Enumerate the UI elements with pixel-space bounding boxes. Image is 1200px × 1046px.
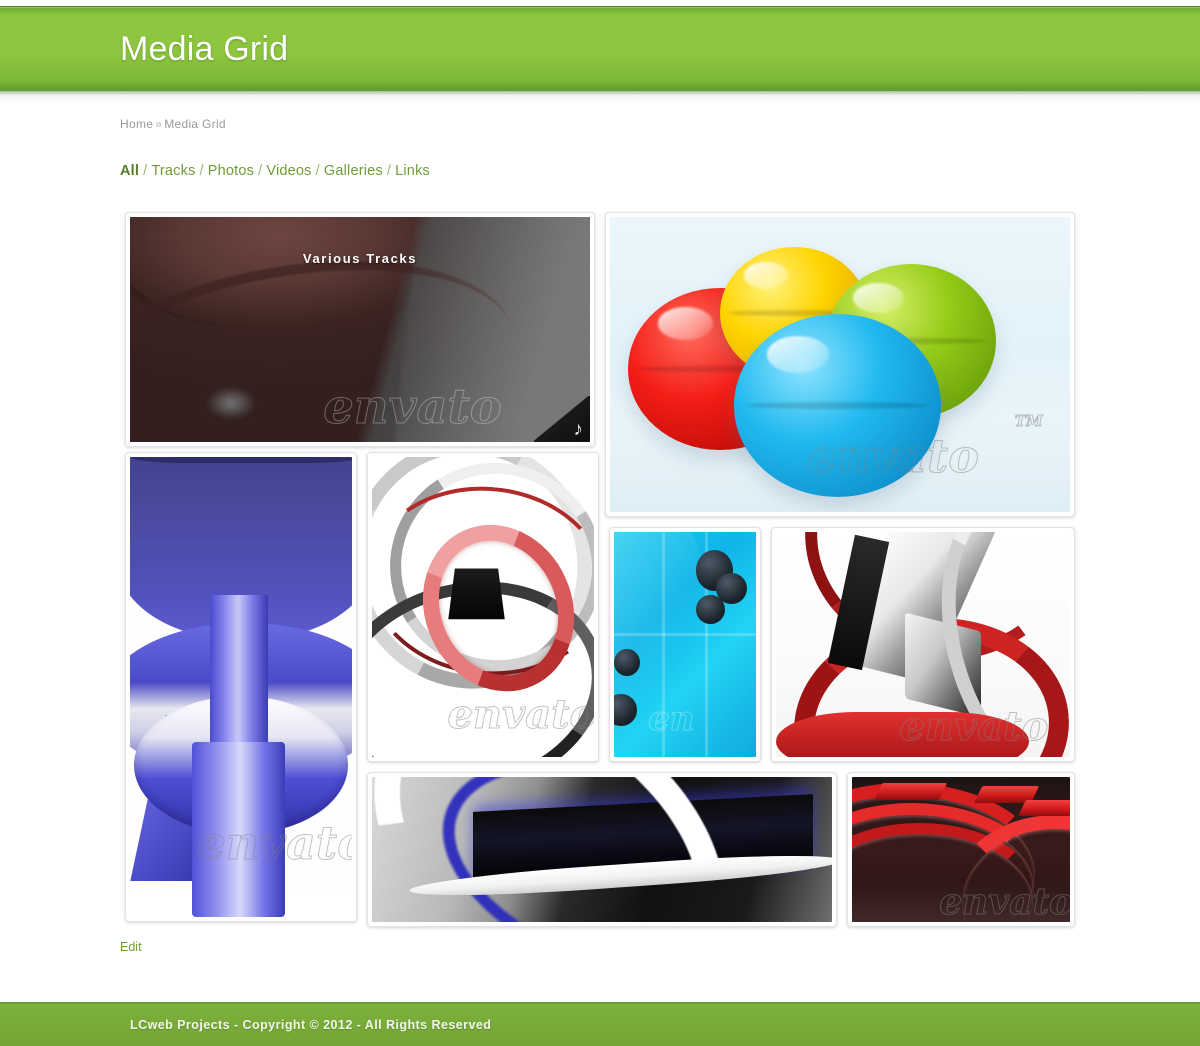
site-footer: LCweb Projects - Copyright © 2012 - All … xyxy=(0,1002,1200,1046)
filter-all[interactable]: All xyxy=(120,163,139,179)
page-title: Media Grid xyxy=(120,30,289,68)
tile-black-blue-rings[interactable] xyxy=(367,772,837,927)
filter-separator: / xyxy=(315,163,320,179)
tile-artwork-blue-cylinder xyxy=(130,457,352,917)
filter-separator: / xyxy=(258,163,263,179)
music-note-glyph: ♪ xyxy=(573,419,584,440)
tile-artwork-cyan xyxy=(614,532,756,757)
filter-tracks[interactable]: Tracks xyxy=(151,163,195,179)
tile-grey-red-rings[interactable]: envato xyxy=(367,452,599,762)
tile-artwork-rings xyxy=(372,457,594,757)
tile-artwork-spheres xyxy=(610,217,1070,512)
edit-row: Edit xyxy=(120,938,142,956)
breadcrumb-separator: » xyxy=(155,117,163,131)
edit-link[interactable]: Edit xyxy=(120,940,142,954)
footer-copyright: LCweb Projects - Copyright © 2012 - All … xyxy=(130,1018,492,1032)
music-note-icon: ♪ xyxy=(534,396,590,442)
media-filter-bar: All / Tracks / Photos / Videos / Galleries / Links xyxy=(120,163,1080,179)
tile-caption: Various Tracks xyxy=(302,251,418,266)
filter-videos[interactable]: Videos xyxy=(266,163,311,179)
tile-blue-cylinder[interactable]: envato xyxy=(125,452,357,922)
tile-artwork-red-coils xyxy=(852,777,1070,922)
tile-colored-spheres[interactable]: envato TM xyxy=(605,212,1075,517)
filter-galleries[interactable]: Galleries xyxy=(324,163,383,179)
filter-separator: / xyxy=(199,163,204,179)
tile-red-coils[interactable]: envato xyxy=(847,772,1075,927)
media-grid: envato Various Tracks ♪ envato xyxy=(120,197,1080,927)
main-content: Home» Media Grid All / Tracks / Photos / Videos… xyxy=(0,103,1200,1046)
tile-artwork-black-blue xyxy=(372,777,832,922)
breadcrumb-current: Media Grid xyxy=(164,117,226,131)
site-header: Media Grid xyxy=(0,6,1200,95)
page-shell: Media Grid Home» Media Grid All / Tracks / Ph… xyxy=(0,0,1200,1046)
filter-links[interactable]: Links xyxy=(395,163,430,179)
tile-cyan-sphere[interactable]: en xyxy=(609,527,761,762)
filter-photos[interactable]: Photos xyxy=(208,163,254,179)
tile-red-white-abstract[interactable]: envato xyxy=(771,527,1075,762)
breadcrumb: Home» Media Grid xyxy=(120,103,1080,131)
tile-artwork-red-white xyxy=(776,532,1070,757)
breadcrumb-home-link[interactable]: Home xyxy=(120,117,153,131)
filter-separator: / xyxy=(143,163,148,179)
tile-various-tracks[interactable]: envato Various Tracks ♪ xyxy=(125,212,595,447)
filter-separator: / xyxy=(386,163,392,179)
